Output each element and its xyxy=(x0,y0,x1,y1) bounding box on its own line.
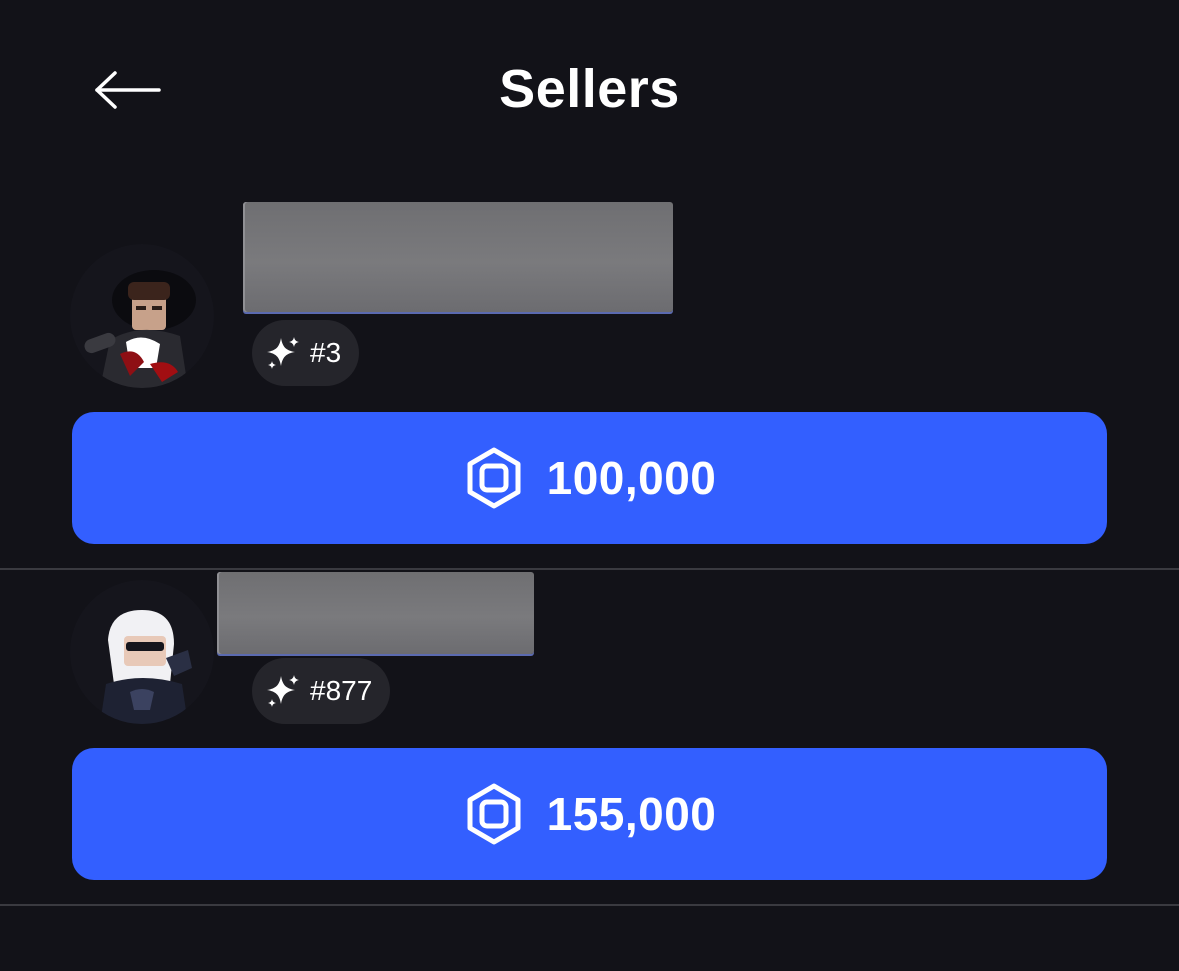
buy-button[interactable]: 100,000 xyxy=(72,412,1107,544)
buy-button[interactable]: 155,000 xyxy=(72,748,1107,880)
sparkle-icon xyxy=(266,336,300,370)
robux-icon xyxy=(463,783,525,845)
divider xyxy=(0,568,1179,570)
avatar-image xyxy=(70,244,214,388)
rank-badge: #877 xyxy=(252,658,391,724)
divider xyxy=(0,904,1179,906)
rank-label: #877 xyxy=(310,675,373,706)
price-label: 100,000 xyxy=(546,452,717,504)
robux-icon xyxy=(463,447,525,509)
redacted-username xyxy=(243,202,673,312)
avatar[interactable] xyxy=(70,580,214,724)
rank-label: #3 xyxy=(310,337,342,368)
avatar-image xyxy=(70,580,214,724)
sparkle-icon xyxy=(266,674,300,708)
page-title: Sellers xyxy=(499,59,680,119)
rank-badge: #3 xyxy=(252,320,360,386)
avatar[interactable] xyxy=(70,244,214,388)
header: Sellers xyxy=(0,0,1179,180)
redacted-username xyxy=(217,572,534,654)
price-label: 155,000 xyxy=(546,788,717,840)
